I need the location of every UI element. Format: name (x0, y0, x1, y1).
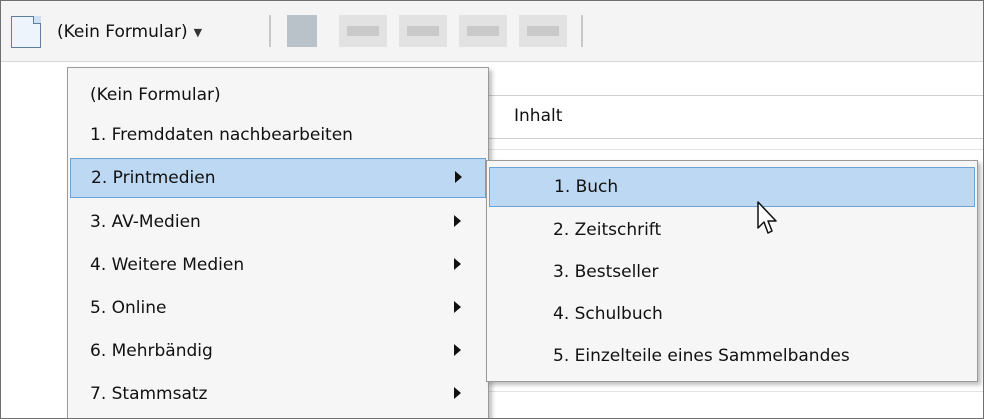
submenu-item-label: 2. Zeitschrift (553, 220, 662, 240)
toolbar-button[interactable] (459, 15, 507, 47)
chevron-right-icon (455, 171, 462, 183)
toolbar-separator (581, 15, 583, 47)
toolbar-separator (269, 15, 271, 47)
printmedien-submenu: 1. Buch 2. Zeitschrift 3. Bestseller 4. … (486, 160, 978, 382)
form-selector-label: (Kein Formular) (57, 22, 188, 42)
submenu-item[interactable]: 4. Schulbuch (489, 295, 975, 335)
submenu-item-label: 1. Buch (554, 177, 619, 197)
chevron-right-icon (454, 258, 461, 270)
menu-item[interactable]: 7. Stammsatz (70, 375, 486, 415)
menu-item-label: 7. Stammsatz (90, 384, 208, 404)
toolbar-button[interactable] (399, 15, 447, 47)
chevron-right-icon (454, 387, 461, 399)
grid-column-header[interactable]: Inhalt (486, 95, 983, 139)
menu-item-label: 5. Online (90, 298, 167, 318)
left-pane (1, 62, 69, 418)
submenu-item-selected[interactable]: 1. Buch (489, 167, 975, 207)
chevron-down-icon[interactable]: ▼ (194, 26, 202, 39)
submenu-item[interactable]: 2. Zeitschrift (489, 211, 975, 251)
submenu-item-label: 3. Bestseller (553, 262, 659, 282)
menu-item[interactable]: 4. Weitere Medien (70, 246, 486, 286)
toolbar-button[interactable] (339, 15, 387, 47)
menu-item-label: 4. Weitere Medien (90, 255, 245, 275)
submenu-item[interactable]: 3. Bestseller (489, 253, 975, 293)
submenu-item-label: 4. Schulbuch (553, 304, 663, 324)
menu-item[interactable]: (Kein Formular) (70, 76, 486, 116)
menu-item-label: 6. Mehrbändig (90, 341, 213, 361)
chevron-right-icon (454, 344, 461, 356)
grid-row-line (486, 149, 983, 150)
column-header-label: Inhalt (514, 106, 563, 126)
submenu-item-label: 5. Einzelteile eines Sammelbandes (553, 346, 850, 366)
mouse-cursor-icon (757, 201, 777, 234)
grid-row-line (486, 391, 983, 392)
menu-item-label: 2. Printmedien (91, 168, 216, 188)
toolbar: (Kein Formular) ▼ (1, 1, 983, 62)
toolbar-button[interactable] (287, 15, 317, 47)
menu-item[interactable]: 5. Online (70, 289, 486, 329)
menu-item-selected[interactable]: 2. Printmedien (70, 158, 486, 198)
menu-item[interactable]: 1. Fremddaten nachbearbeiten (70, 116, 486, 156)
chevron-right-icon (454, 301, 461, 313)
submenu-item[interactable]: 5. Einzelteile eines Sammelbandes (489, 337, 975, 377)
menu-item[interactable]: 3. AV-Medien (70, 203, 486, 243)
document-icon (7, 15, 49, 49)
menu-item-label: (Kein Formular) (90, 85, 221, 105)
menu-item-label: 1. Fremddaten nachbearbeiten (90, 125, 353, 145)
toolbar-button[interactable] (519, 15, 567, 47)
application-window: (Kein Formular) ▼ Inhalt (Kein Formular)… (0, 0, 984, 419)
menu-item[interactable]: 6. Mehrbändig (70, 332, 486, 372)
menu-item-label: 3. AV-Medien (90, 212, 201, 232)
chevron-right-icon (454, 215, 461, 227)
form-dropdown-menu: (Kein Formular) 1. Fremddaten nachbearbe… (67, 67, 489, 418)
form-selector-dropdown[interactable]: (Kein Formular) ▼ (7, 11, 267, 53)
